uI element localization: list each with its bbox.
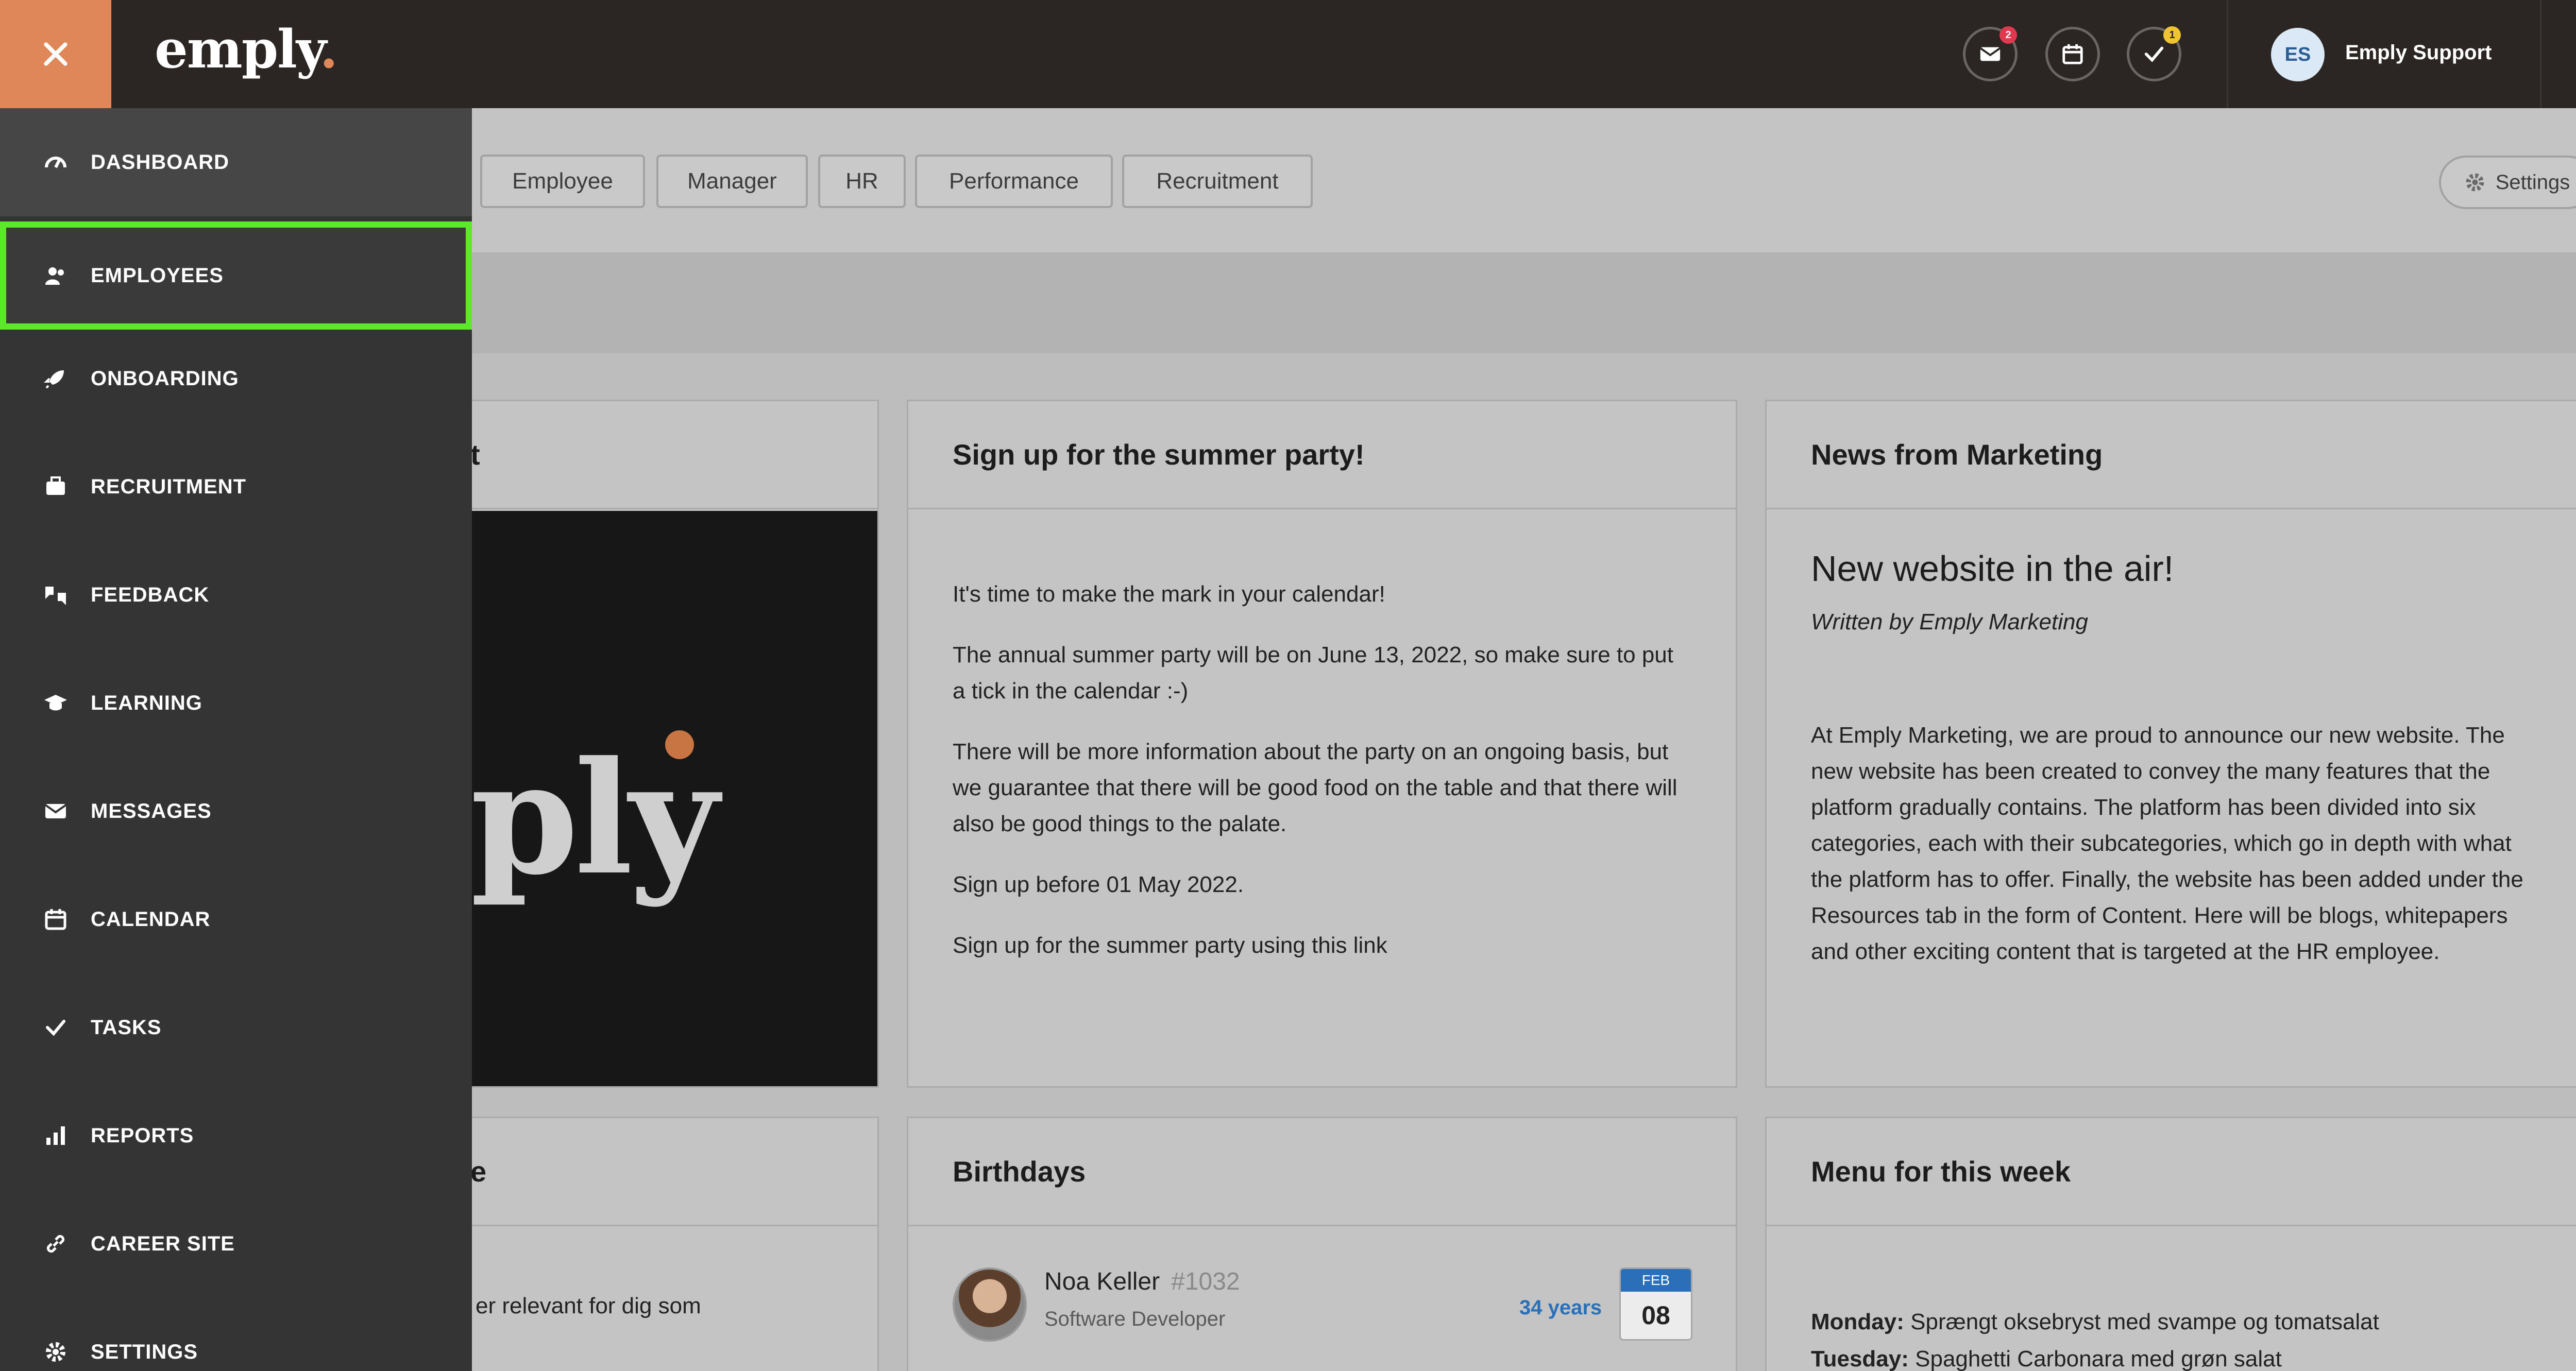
sidebar-item-onboarding[interactable]: ONBOARDING (0, 324, 472, 433)
check-icon (2144, 46, 2164, 62)
news-text: At Emply Marketing, we are proud to anno… (1811, 723, 2523, 964)
gear-icon (46, 1342, 65, 1362)
check-icon (46, 1020, 65, 1036)
filter-manager-button[interactable]: Manager (656, 155, 808, 208)
bar-chart-icon (46, 1126, 65, 1145)
list-item[interactable]: Noa Keller #1032 Software Developer 34 ye… (908, 1257, 1736, 1360)
rocket-icon (44, 370, 64, 389)
brand-dot (665, 730, 694, 759)
person-role: Software Developer (1044, 1308, 1226, 1330)
sidebar-item-messages[interactable]: MESSAGES (0, 757, 472, 865)
filter-employee-button[interactable]: Employee (480, 155, 645, 208)
sidebar-item-settings[interactable]: SETTINGS (0, 1298, 472, 1371)
top-bar: emply. 2 1 ES Emply Support (0, 0, 2576, 108)
sidebar-item-feedback[interactable]: FEEDBACK (0, 541, 472, 649)
sidebar-item-employees[interactable]: EMPLOYEES (0, 221, 472, 330)
avatar[interactable]: ES (2271, 28, 2325, 81)
menu-line: Monday: Sprængt oksebryst med svampe og … (1811, 1309, 2379, 1334)
divider (2227, 0, 2228, 108)
avatar (953, 1267, 1027, 1342)
summer-party-card: Sign up for the summer party! It's time … (907, 400, 1737, 1088)
card-title: Menu for this week (1767, 1118, 2576, 1226)
signup-link-text[interactable]: Sign up for the summer party using this … (953, 928, 1691, 964)
birthdays-card: Birthdays Noa Keller #1032 Software Devel… (907, 1117, 1737, 1371)
paragraph: It's time to make the mark in your calen… (953, 581, 1385, 607)
tasks-badge: 1 (2163, 26, 2181, 44)
search-icon[interactable] (2574, 40, 2576, 66)
date-chip: FEB 08 (1619, 1267, 1692, 1341)
news-headline[interactable]: New website in the air! (1811, 551, 2549, 587)
main-navigation-menu: DASHBOARD EMPLOYEES ONBOARDING RECRUITME… (0, 108, 472, 1371)
filter-hr-button[interactable]: HR (818, 155, 906, 208)
paragraph: The annual summer party will be on June … (953, 642, 1673, 704)
briefcase-icon (46, 476, 65, 495)
news-author: Written by Emply Marketing (1811, 609, 2088, 635)
sidebar-item-career-site[interactable]: CAREER SITE (0, 1190, 472, 1298)
messages-badge: 2 (1999, 26, 2017, 44)
date-month: FEB (1621, 1269, 1691, 1292)
menu-line: Tuesday: Spaghetti Carbonara med grøn sa… (1811, 1346, 2282, 1371)
card-title: News from Marketing (1767, 401, 2576, 509)
calendar-button[interactable] (2045, 27, 2100, 81)
feedback-icon (45, 587, 66, 605)
sidebar-item-dashboard[interactable]: DASHBOARD (0, 108, 472, 216)
calendar-icon (2062, 44, 2083, 64)
sidebar-item-calendar[interactable]: CALENDAR (0, 865, 472, 973)
user-name[interactable]: Emply Support (2345, 41, 2492, 64)
link-icon (46, 1235, 65, 1253)
close-icon (44, 42, 67, 66)
card-body: New website in the air! Written by Emply… (1767, 551, 2576, 970)
sidebar-item-recruitment[interactable]: RECRUITMENT (0, 433, 472, 541)
date-day: 08 (1641, 1301, 1670, 1330)
emply-logo[interactable]: emply. (155, 19, 338, 80)
paragraph: Sign up before 01 May 2022. (953, 872, 1244, 897)
envelope-icon (44, 804, 67, 818)
card-body: It's time to make the mark in your calen… (908, 509, 1736, 964)
card-title: Birthdays (908, 1118, 1736, 1226)
settings-label: Settings (2495, 170, 2570, 194)
divider (2540, 0, 2541, 108)
gear-icon (2466, 173, 2484, 192)
calendar-icon (45, 909, 66, 930)
menu-list: Monday: Sprængt oksebryst med svampe og … (1767, 1304, 2576, 1371)
employee-id: #1032 (1171, 1268, 1240, 1295)
messages-button[interactable]: 2 (1963, 26, 2018, 81)
sidebar-item-reports[interactable]: REPORTS (0, 1082, 472, 1190)
sidebar-item-learning[interactable]: LEARNING (0, 649, 472, 757)
filter-performance-button[interactable]: Performance (915, 155, 1113, 208)
person-name: Noa Keller #1032 (1044, 1268, 1240, 1295)
age-label: 34 years (1519, 1296, 1602, 1319)
employees-icon (45, 267, 64, 285)
tasks-button[interactable]: 1 (2127, 26, 2181, 81)
news-card: News from Marketing New website in the a… (1765, 400, 2576, 1088)
paragraph: There will be more information about the… (953, 739, 1677, 836)
close-menu-button[interactable] (0, 0, 111, 108)
sidebar-item-tasks[interactable]: TASKS (0, 973, 472, 1082)
graduation-cap-icon (44, 695, 67, 711)
card-title: Sign up for the summer party! (908, 401, 1736, 509)
envelope-icon (1979, 47, 2001, 61)
menu-card: Menu for this week Monday: Sprængt okseb… (1765, 1117, 2576, 1371)
filter-recruitment-button[interactable]: Recruitment (1122, 155, 1313, 208)
dashboard-settings-button[interactable]: Settings (2439, 156, 2576, 209)
dashboard-icon (45, 157, 66, 168)
